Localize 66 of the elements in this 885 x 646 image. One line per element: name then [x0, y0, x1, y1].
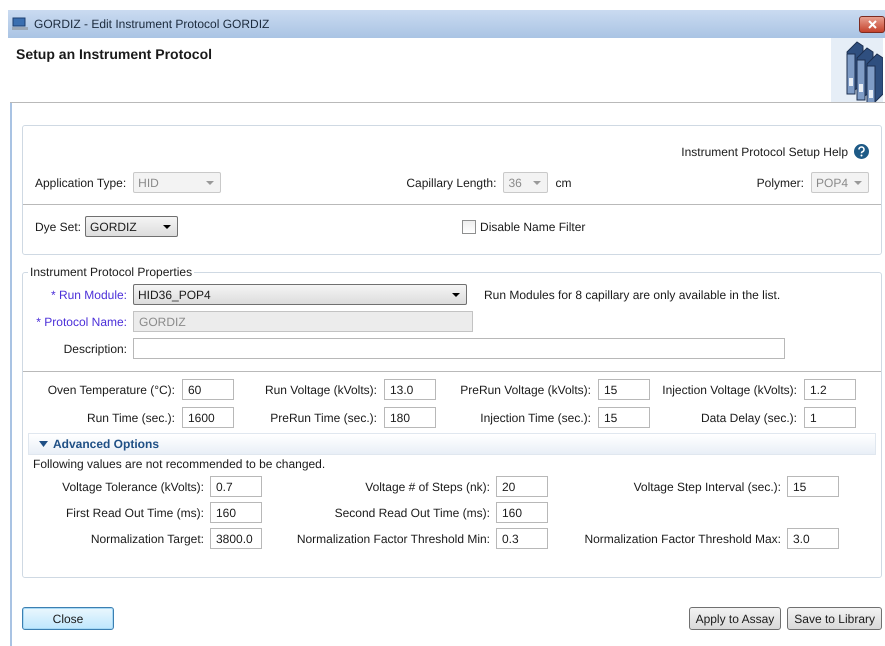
- section-header[interactable]: Advanced Options: [28, 433, 876, 455]
- caret-icon: [533, 180, 542, 184]
- input-field[interactable]: 20: [496, 476, 548, 497]
- input-field[interactable]: 1600: [182, 407, 234, 428]
- field-label: Normalization Target:: [90, 532, 204, 546]
- close-button[interactable]: [859, 16, 885, 32]
- field-label: Application Type:: [35, 176, 126, 190]
- close-icon: [868, 20, 876, 28]
- dropdown[interactable]: GORDIZ: [85, 216, 178, 237]
- checkbox[interactable]: [462, 220, 476, 234]
- dropdown[interactable]: HID36_POP4: [133, 284, 467, 305]
- input-field[interactable]: 15: [598, 407, 650, 428]
- input-field[interactable]: 13.0: [384, 379, 436, 400]
- caret-icon: [39, 441, 48, 447]
- field-label: Normalization Factor Threshold Min:: [296, 532, 490, 546]
- input-field[interactable]: 0.3: [496, 528, 548, 549]
- field-label: Normalization Factor Threshold Max:: [583, 532, 781, 546]
- field-label: PreRun Time (sec.):: [269, 410, 377, 424]
- binders-icon: [831, 38, 883, 102]
- field-label: Voltage Step Interval (sec.):: [632, 480, 781, 494]
- computer-icon: [12, 17, 28, 31]
- input-field[interactable]: 3800.0: [210, 528, 262, 549]
- caret-icon: [452, 292, 460, 296]
- input-field[interactable]: 15: [598, 379, 650, 400]
- checkbox-label: Disable Name Filter: [480, 220, 586, 234]
- field-label: Polymer:: [756, 176, 804, 190]
- field-label: * Protocol Name:: [35, 314, 128, 328]
- field-label: Run Voltage (kVolts):: [264, 382, 377, 396]
- field-label: Capillary Length:: [406, 176, 496, 190]
- help-icon[interactable]: [854, 144, 869, 159]
- caret-icon: [854, 180, 862, 184]
- input-field[interactable]: 0.7: [210, 476, 262, 497]
- action-button[interactable]: Close: [22, 607, 114, 630]
- field-label: PreRun Voltage (kVolts):: [459, 382, 591, 396]
- input-field[interactable]: 160: [210, 502, 262, 523]
- window-title: GORDIZ - Edit Instrument Protocol GORDIZ: [34, 17, 270, 31]
- field-label: Dye Set:: [35, 220, 82, 234]
- field-label: * Run Module:: [50, 288, 128, 302]
- input-field[interactable]: 160: [496, 502, 548, 523]
- field-label: Voltage # of Steps (nk):: [364, 480, 490, 494]
- group-title: Instrument Protocol Properties: [29, 265, 194, 279]
- caret-icon: [163, 224, 172, 228]
- field-label: Voltage Tolerance (kVolts):: [61, 480, 204, 494]
- field-label: Second Read Out Time (ms):: [334, 506, 490, 520]
- hint-text: Run Modules for 8 capillary are only available in the list.: [484, 288, 780, 302]
- action-button[interactable]: Save to Library: [787, 607, 882, 630]
- field-label: Oven Temperature (°C):: [46, 382, 175, 396]
- action-button[interactable]: Apply to Assay: [688, 607, 782, 630]
- caret-icon: [206, 180, 214, 184]
- field-label: Description:: [62, 342, 128, 356]
- field-label: Run Time (sec.):: [86, 410, 175, 424]
- help-link[interactable]: Instrument Protocol Setup Help: [681, 144, 848, 158]
- input-field[interactable]: 60: [182, 379, 234, 400]
- field-label: Injection Voltage (kVolts):: [661, 382, 797, 396]
- input-field[interactable]: 180: [384, 407, 436, 428]
- input-field[interactable]: 15: [787, 476, 839, 497]
- input-field[interactable]: 3.0: [787, 528, 839, 549]
- hint-text: Following values are not recommended to be changed.: [33, 457, 326, 471]
- field-label: First Read Out Time (ms):: [64, 506, 204, 520]
- input-field[interactable]: [133, 338, 785, 359]
- input-field[interactable]: 1: [804, 407, 856, 428]
- field-label: Injection Time (sec.):: [479, 410, 591, 424]
- field-label: Data Delay (sec.):: [700, 410, 797, 424]
- page-heading: Setup an Instrument Protocol: [15, 45, 214, 64]
- unit-label: cm: [555, 176, 572, 190]
- input-field[interactable]: 1.2: [804, 379, 856, 400]
